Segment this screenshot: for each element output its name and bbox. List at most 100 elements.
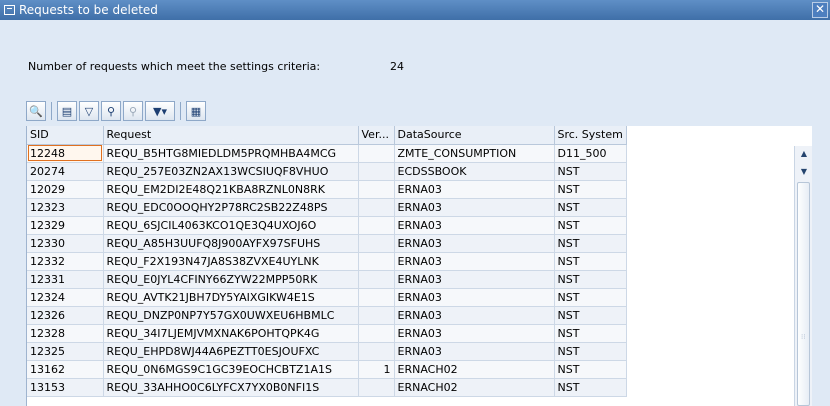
cell-sid[interactable]: 12323	[27, 198, 104, 217]
cell-version[interactable]	[358, 180, 395, 199]
cell-sid[interactable]: 20274	[27, 162, 104, 181]
table-row[interactable]: 12331 REQU_E0JYL4CFINY66ZYW22MPP50RK ERNA0…	[27, 270, 627, 289]
cell-sid[interactable]: 12331	[27, 270, 104, 289]
cell-datasource[interactable]: ERNA03	[394, 306, 555, 325]
cell-datasource[interactable]: ECDSSBOOK	[394, 162, 555, 181]
cell-src-system[interactable]: NST	[554, 360, 627, 379]
table-row[interactable]: 12029 REQU_EM2DI2E48Q21KBA8RZNL0N8RK ERNA0…	[27, 180, 627, 199]
cell-datasource[interactable]: ERNA03	[394, 234, 555, 253]
cell-sid[interactable]: 12328	[27, 324, 104, 343]
print-icon[interactable]: ▤	[57, 101, 77, 121]
layout-icon[interactable]: ▦	[186, 101, 206, 121]
cell-version[interactable]	[358, 216, 395, 235]
column-header-src-system[interactable]: Src. System	[554, 126, 627, 145]
cell-version[interactable]: 1	[358, 360, 395, 379]
table-row[interactable]: 12323 REQU_EDC0OOQHY2P78RC2SB22Z48PS ERNA0…	[27, 198, 627, 217]
cell-src-system[interactable]: NST	[554, 378, 627, 397]
cell-request[interactable]: REQU_EM2DI2E48Q21KBA8RZNL0N8RK	[103, 180, 359, 199]
cell-sid[interactable]: 13153	[27, 378, 104, 397]
cell-version[interactable]	[358, 198, 395, 217]
cell-src-system[interactable]: D11_500	[554, 144, 627, 163]
cell-src-system[interactable]: NST	[554, 198, 627, 217]
cell-request[interactable]: REQU_F2X193N47JA8S38ZVXE4UYLNK	[103, 252, 359, 271]
cell-version[interactable]	[358, 342, 395, 361]
cell-src-system[interactable]: NST	[554, 270, 627, 289]
cell-sid[interactable]: 12248	[27, 144, 104, 163]
cell-datasource[interactable]: ERNACH02	[394, 360, 555, 379]
cell-src-system[interactable]: NST	[554, 324, 627, 343]
cell-src-system[interactable]: NST	[554, 252, 627, 271]
cell-version[interactable]	[358, 306, 395, 325]
cell-version[interactable]	[358, 378, 395, 397]
close-button[interactable]: ✕	[812, 2, 828, 18]
cell-request[interactable]: REQU_6SJCIL4063KCO1QE3Q4UXOJ6O	[103, 216, 359, 235]
table-row[interactable]: 12330 REQU_A85H3UUFQ8J900AYFX97SFUHS ERNA0…	[27, 234, 627, 253]
table-row[interactable]: 13162 REQU_0N6MGS9C1GC39EOCHCBTZ1A1S 1 ERNA…	[27, 360, 627, 379]
filter-icon[interactable]: ▽	[79, 101, 99, 121]
cell-datasource[interactable]: ERNACH02	[394, 378, 555, 397]
cell-datasource[interactable]: ERNA03	[394, 270, 555, 289]
find-icon[interactable]: ⚲	[101, 101, 121, 121]
column-header-sid[interactable]: SID	[27, 126, 104, 145]
cell-request[interactable]: REQU_B5HTG8MIEDLDM5PRQMHBA4MCG	[103, 144, 359, 163]
cell-request[interactable]: REQU_A85H3UUFQ8J900AYFX97SFUHS	[103, 234, 359, 253]
table-row[interactable]: 12325 REQU_EHPD8WJ44A6PEZTT0ESJOUFXC ERNA0…	[27, 342, 627, 361]
cell-request[interactable]: REQU_EDC0OOQHY2P78RC2SB22Z48PS	[103, 198, 359, 217]
cell-version[interactable]	[358, 162, 395, 181]
cell-version[interactable]	[358, 144, 395, 163]
cell-src-system[interactable]: NST	[554, 162, 627, 181]
scroll-thumb[interactable]: ⁞⁞	[797, 182, 810, 406]
cell-request[interactable]: REQU_34I7LJEMJVMXNAK6POHTQPK4G	[103, 324, 359, 343]
cell-request[interactable]: REQU_33AHHO0C6LYFCX7YX0B0NFI1S	[103, 378, 359, 397]
cell-request[interactable]: REQU_EHPD8WJ44A6PEZTT0ESJOUFXC	[103, 342, 359, 361]
set-filter-icon[interactable]: ▼▾	[145, 101, 175, 121]
cell-datasource[interactable]: ZMTE_CONSUMPTION	[394, 144, 555, 163]
scroll-up-icon[interactable]: ▲	[798, 148, 810, 160]
cell-src-system[interactable]: NST	[554, 180, 627, 199]
cell-version[interactable]	[358, 252, 395, 271]
cell-request[interactable]: REQU_0N6MGS9C1GC39EOCHCBTZ1A1S	[103, 360, 359, 379]
cell-src-system[interactable]: NST	[554, 342, 627, 361]
scroll-down-icon[interactable]: ▼	[798, 166, 810, 178]
cell-datasource[interactable]: ERNA03	[394, 252, 555, 271]
table-row[interactable]: 12328 REQU_34I7LJEMJVMXNAK6POHTQPK4G ERNA0…	[27, 324, 627, 343]
table-row[interactable]: 12326 REQU_DNZP0NP7Y57GX0UWXEU6HBMLC ERNA0…	[27, 306, 627, 325]
find-next-icon[interactable]: ⚲	[123, 101, 143, 121]
cell-src-system[interactable]: NST	[554, 288, 627, 307]
cell-version[interactable]	[358, 234, 395, 253]
column-header-request[interactable]: Request	[103, 126, 359, 145]
cell-request[interactable]: REQU_E0JYL4CFINY66ZYW22MPP50RK	[103, 270, 359, 289]
table-row[interactable]: 20274 REQU_257E03ZN2AX13WCSIUQF8VHUO ECDSS…	[27, 162, 627, 181]
cell-sid[interactable]: 12326	[27, 306, 104, 325]
cell-src-system[interactable]: NST	[554, 306, 627, 325]
cell-request[interactable]: REQU_DNZP0NP7Y57GX0UWXEU6HBMLC	[103, 306, 359, 325]
cell-datasource[interactable]: ERNA03	[394, 180, 555, 199]
cell-src-system[interactable]: NST	[554, 234, 627, 253]
cell-sid[interactable]: 12324	[27, 288, 104, 307]
cell-datasource[interactable]: ERNA03	[394, 342, 555, 361]
cell-sid[interactable]: 12332	[27, 252, 104, 271]
cell-sid[interactable]: 12330	[27, 234, 104, 253]
table-row[interactable]: 13153 REQU_33AHHO0C6LYFCX7YX0B0NFI1S ERNAC…	[27, 378, 627, 397]
cell-version[interactable]	[358, 288, 395, 307]
cell-version[interactable]	[358, 324, 395, 343]
cell-datasource[interactable]: ERNA03	[394, 216, 555, 235]
details-icon[interactable]: 🔍	[26, 101, 46, 121]
cell-request[interactable]: REQU_257E03ZN2AX13WCSIUQF8VHUO	[103, 162, 359, 181]
cell-version[interactable]	[358, 270, 395, 289]
cell-request[interactable]: REQU_AVTK21JBH7DY5YAIXGIKW4E1S	[103, 288, 359, 307]
table-row[interactable]: 12332 REQU_F2X193N47JA8S38ZVXE4UYLNK ERNA0…	[27, 252, 627, 271]
cell-datasource[interactable]: ERNA03	[394, 324, 555, 343]
cell-sid[interactable]: 12329	[27, 216, 104, 235]
table-row[interactable]: 12329 REQU_6SJCIL4063KCO1QE3Q4UXOJ6O ERNA0…	[27, 216, 627, 235]
table-row[interactable]: 12248 REQU_B5HTG8MIEDLDM5PRQMHBA4MCG ZMTE_…	[27, 144, 627, 163]
cell-sid[interactable]: 13162	[27, 360, 104, 379]
column-header-version[interactable]: Ver...	[358, 126, 395, 145]
cell-sid[interactable]: 12325	[27, 342, 104, 361]
cell-src-system[interactable]: NST	[554, 216, 627, 235]
column-header-datasource[interactable]: DataSource	[394, 126, 555, 145]
table-row[interactable]: 12324 REQU_AVTK21JBH7DY5YAIXGIKW4E1S ERNA0…	[27, 288, 627, 307]
vertical-scrollbar[interactable]: ▲ ▼ ⁞⁞	[794, 146, 812, 406]
cell-datasource[interactable]: ERNA03	[394, 288, 555, 307]
cell-datasource[interactable]: ERNA03	[394, 198, 555, 217]
